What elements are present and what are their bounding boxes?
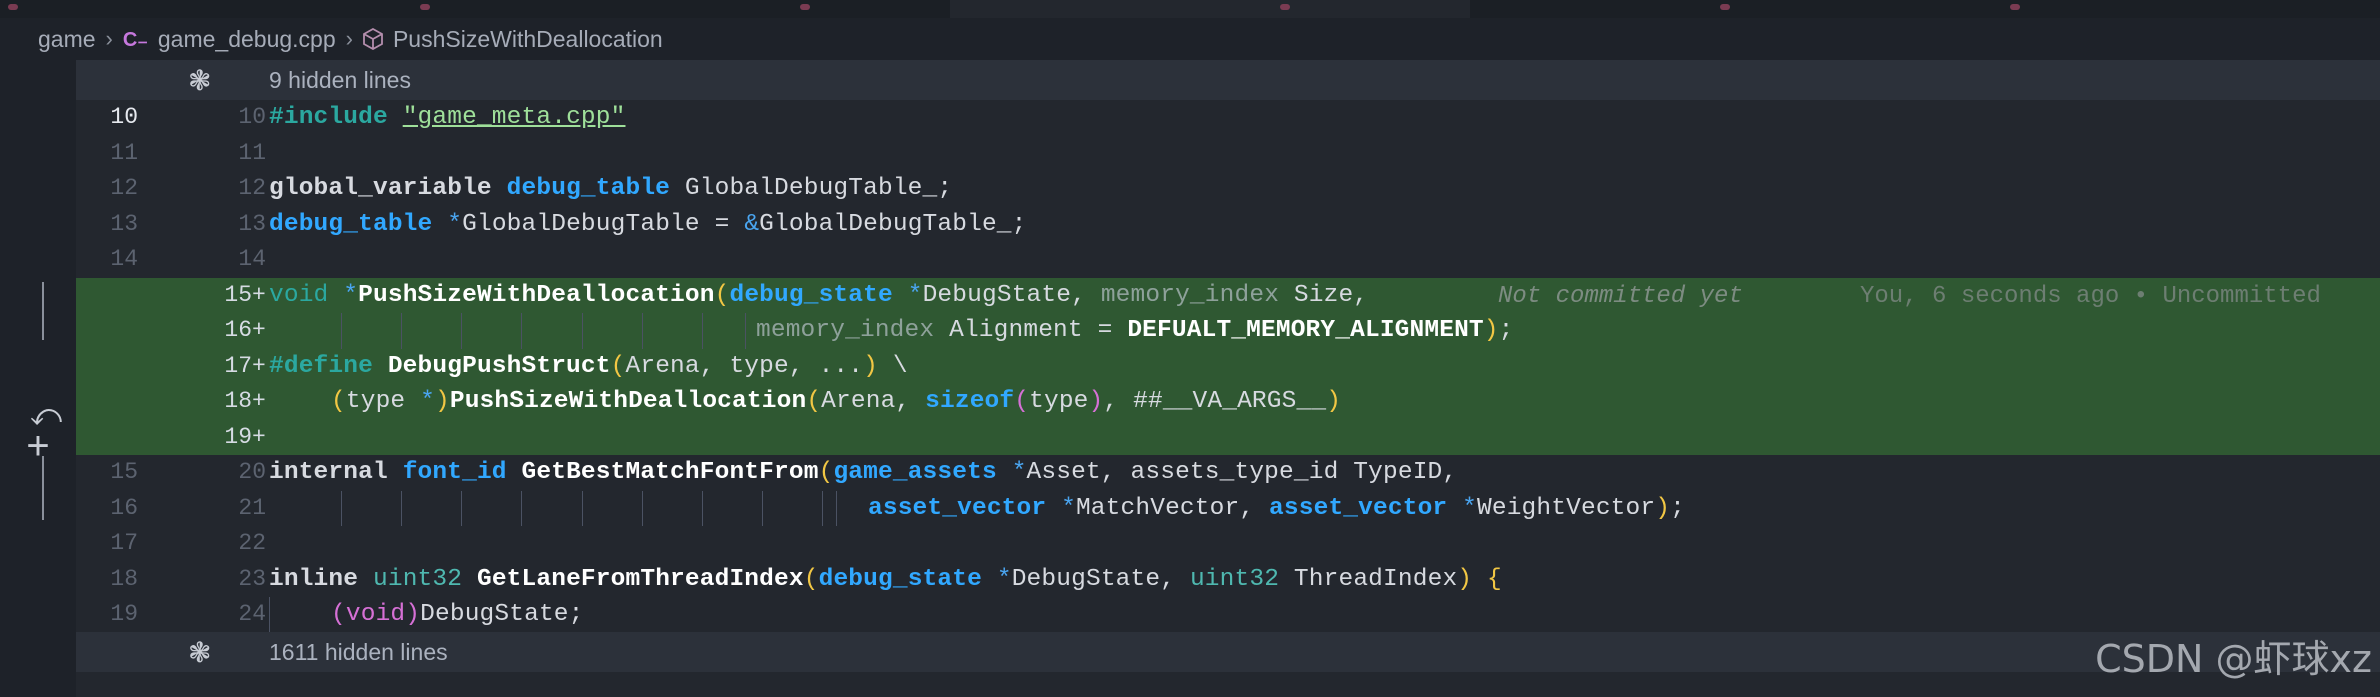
- hidden-lines-bar-bottom[interactable]: ❃ 1611 hidden lines: [76, 632, 2380, 672]
- code-text: debug_table *GlobalDebugTable = &GlobalD…: [269, 210, 1027, 238]
- code-text: #define DebugPushStruct(Arena, type, ...…: [269, 352, 908, 380]
- chevron-right-icon: ›: [345, 26, 353, 51]
- old-line-number: 14: [110, 246, 138, 272]
- code-text: global_variable debug_table GlobalDebugT…: [269, 175, 953, 202]
- new-line-number: 24: [238, 601, 266, 627]
- new-line-number: 11: [238, 139, 266, 166]
- breadcrumb-symbol[interactable]: PushSizeWithDeallocation: [363, 26, 663, 53]
- code-text: void *PushSizeWithDeallocation(debug_sta…: [269, 281, 1369, 309]
- code-line[interactable]: 10 10 #include "game_meta.cpp": [76, 100, 2380, 136]
- old-line-number: 19: [110, 601, 138, 627]
- editor-tab[interactable]: [0, 0, 231, 18]
- code-line[interactable]: 19 24 (void)DebugState;: [76, 597, 2380, 633]
- code-text: memory_index Alignment = DEFUALT_MEMORY_…: [756, 317, 1514, 344]
- change-marker-line: [42, 282, 44, 340]
- cube-symbol-icon: [363, 28, 383, 50]
- old-line-number: 16: [110, 494, 138, 521]
- editor-tab[interactable]: [230, 0, 491, 18]
- old-line-number: 10: [110, 104, 138, 130]
- new-line-number: 14: [238, 246, 266, 272]
- new-line-number: 15+: [224, 281, 266, 308]
- new-line-number: 22: [238, 530, 266, 556]
- chevron-right-icon: ›: [105, 26, 113, 51]
- add-change-icon[interactable]: +: [26, 430, 50, 470]
- unfold-icon[interactable]: ❃: [188, 64, 211, 97]
- editor-tab[interactable]: [2200, 0, 2380, 18]
- code-line[interactable]: 11 11: [76, 136, 2380, 172]
- code-text: inline uint32 GetLaneFromThreadIndex(deb…: [269, 565, 1502, 593]
- editor-tab[interactable]: [1470, 0, 1821, 18]
- code-text: internal font_id GetBestMatchFontFrom(ga…: [269, 459, 1458, 486]
- editor-tab[interactable]: [1820, 0, 2201, 18]
- new-line-number: 13: [238, 210, 266, 237]
- blame-status: Not committed yet: [1498, 282, 1743, 310]
- old-line-number: 11: [110, 139, 138, 166]
- new-line-number: 12: [238, 175, 266, 201]
- code-line[interactable]: 17 22: [76, 526, 2380, 562]
- code-editor[interactable]: ❃ 9 hidden lines 10 10 #include "game_me…: [76, 60, 2380, 697]
- code-line[interactable]: 13 13 debug_table *GlobalDebugTable = &G…: [76, 207, 2380, 243]
- hidden-lines-bar-top[interactable]: ❃ 9 hidden lines: [76, 60, 2380, 100]
- code-line-added[interactable]: 18+ (type *)PushSizeWithDeallocation(Are…: [76, 384, 2380, 420]
- cpp-file-icon: C₋: [122, 28, 148, 51]
- tab-strip: [0, 0, 2380, 18]
- code-line[interactable]: 12 12 global_variable debug_table Global…: [76, 171, 2380, 207]
- breadcrumb: game › C₋ game_debug.cpp › PushSizeWithD…: [0, 18, 2380, 60]
- old-line-number: 17: [110, 530, 138, 556]
- code-text: #include "game_meta.cpp": [269, 104, 626, 131]
- code-line[interactable]: 14 14: [76, 242, 2380, 278]
- new-line-number: 10: [238, 104, 266, 130]
- new-line-number: 21: [238, 494, 266, 521]
- code-line-added[interactable]: 17+ #define DebugPushStruct(Arena, type,…: [76, 348, 2380, 384]
- editor-tab[interactable]: [490, 0, 951, 18]
- breadcrumb-folder[interactable]: game: [38, 26, 96, 53]
- blame-info[interactable]: You, 6 seconds ago • Uncommitted: [1860, 283, 2321, 310]
- new-line-number: 16+: [224, 317, 266, 343]
- old-line-number: 12: [110, 175, 138, 201]
- new-line-number: 19+: [224, 423, 266, 450]
- code-line[interactable]: 15 20 internal font_id GetBestMatchFontF…: [76, 455, 2380, 491]
- old-line-number: 13: [110, 210, 138, 237]
- new-line-number: 20: [238, 459, 266, 485]
- scm-gutter: ⤺ +: [0, 60, 76, 697]
- new-line-number: 23: [238, 565, 266, 592]
- code-text: (type *)PushSizeWithDeallocation(Arena, …: [331, 388, 1342, 415]
- code-line[interactable]: 18 23 inline uint32 GetLaneFromThreadInd…: [76, 562, 2380, 598]
- unfold-icon[interactable]: ❃: [188, 636, 211, 669]
- code-line-added[interactable]: 19+: [76, 419, 2380, 455]
- code-line[interactable]: 16 21 asset_vector *MatchVector, asset_v…: [76, 490, 2380, 526]
- breadcrumb-file[interactable]: C₋ game_debug.cpp: [123, 26, 336, 53]
- code-line-added[interactable]: 15+ void *PushSizeWithDeallocation(debug…: [76, 277, 2380, 313]
- watermark: CSDN @虾球xz: [2095, 637, 2372, 681]
- code-line-added[interactable]: 16+ memory_index Alignment = DEFUALT_MEM…: [76, 313, 2380, 349]
- code-text: asset_vector *MatchVector, asset_vector …: [868, 494, 1685, 522]
- new-line-number: 17+: [224, 352, 266, 379]
- editor-tab-active[interactable]: [950, 0, 1471, 18]
- old-line-number: 15: [110, 459, 138, 485]
- code-text: (void)DebugState;: [331, 601, 584, 628]
- new-line-number: 18+: [224, 388, 266, 414]
- old-line-number: 18: [110, 565, 138, 592]
